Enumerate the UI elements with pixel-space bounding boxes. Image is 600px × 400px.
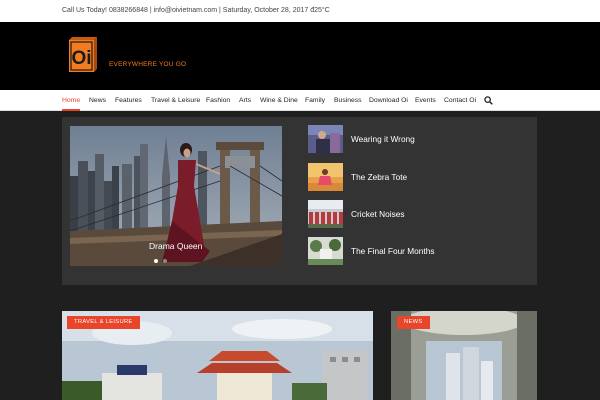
- card-news[interactable]: NEWS: [391, 311, 537, 400]
- nav-item-arts[interactable]: Arts: [239, 97, 251, 104]
- nav-item-features[interactable]: Features: [115, 97, 142, 104]
- side-thumb-4: [308, 237, 343, 265]
- side-thumb-2: [308, 163, 343, 191]
- slider-pagination: [70, 259, 282, 265]
- logo-tagline: EVERYWHERE YOU GO: [109, 61, 187, 68]
- site-logo[interactable]: Oi EVERYWHERE YOU GO: [66, 36, 186, 76]
- side-title-2[interactable]: The Zebra Tote: [351, 172, 407, 182]
- side-post-2[interactable]: The Zebra Tote: [308, 163, 518, 193]
- side-post-1[interactable]: Wearing it Wrong: [308, 125, 518, 155]
- logo-mark: Oi: [71, 48, 91, 69]
- card-travel-leisure[interactable]: TRAVEL & LEISURE: [62, 311, 373, 400]
- nav-item-family[interactable]: Family: [305, 97, 325, 104]
- search-icon[interactable]: [484, 96, 493, 105]
- side-title-4[interactable]: The Final Four Months: [351, 246, 434, 256]
- logo-cube-icon: Oi: [69, 37, 97, 72]
- nav-item-business[interactable]: Business: [334, 97, 362, 104]
- hero-title[interactable]: Drama Queen: [149, 241, 202, 251]
- side-title-1[interactable]: Wearing it Wrong: [351, 134, 415, 144]
- nav-active-indicator: [62, 109, 80, 111]
- side-post-3[interactable]: Cricket Noises: [308, 200, 518, 230]
- side-thumb-1: [308, 125, 343, 153]
- card-category-badge-2[interactable]: NEWS: [397, 316, 430, 329]
- side-thumb-3: [308, 200, 343, 228]
- nav-item-wine-dine[interactable]: Wine & Dine: [260, 97, 298, 104]
- nav-item-download-oi[interactable]: Download Oi: [369, 97, 408, 104]
- side-title-3[interactable]: Cricket Noises: [351, 209, 404, 219]
- nav-item-news[interactable]: News: [89, 97, 106, 104]
- side-post-4[interactable]: The Final Four Months: [308, 237, 518, 267]
- top-bar: Call Us Today! 0838266848 | info@oivietn…: [0, 0, 600, 22]
- nav-item-home[interactable]: Home: [62, 97, 80, 104]
- slider-dot-2[interactable]: [163, 259, 167, 263]
- main-nav: Home News Features Travel & Leisure Fash…: [0, 90, 600, 111]
- slider-dot-1[interactable]: [154, 259, 158, 263]
- card-category-badge-1[interactable]: TRAVEL & LEISURE: [67, 316, 140, 329]
- hero-slide[interactable]: Drama Queen: [70, 126, 282, 266]
- nav-item-events[interactable]: Events: [415, 97, 436, 104]
- nav-item-fashion[interactable]: Fashion: [206, 97, 230, 104]
- nav-item-contact-oi[interactable]: Contact Oi: [444, 97, 476, 104]
- contact-info: Call Us Today! 0838266848 | info@oivietn…: [62, 7, 330, 14]
- page: Call Us Today! 0838266848 | info@oivietn…: [0, 0, 600, 400]
- site-header: Oi EVERYWHERE YOU GO: [0, 22, 600, 90]
- featured-slider: Drama Queen Wearing it Wrong The Zebra T…: [62, 117, 537, 285]
- nav-item-travel-leisure[interactable]: Travel & Leisure: [151, 97, 200, 104]
